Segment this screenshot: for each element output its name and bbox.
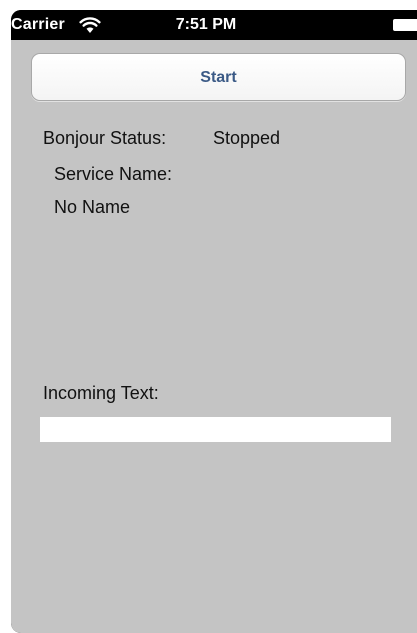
device-frame: Carrier 7:51 PM Start Bonjour Status: St… bbox=[11, 10, 417, 633]
service-name-label: Service Name: bbox=[54, 164, 173, 184]
incoming-text-field[interactable] bbox=[40, 417, 391, 442]
bonjour-status-label: Bonjour Status: bbox=[43, 128, 167, 148]
battery-icon bbox=[393, 19, 417, 31]
status-time: 7:51 PM bbox=[175, 16, 237, 33]
start-button[interactable]: Start bbox=[31, 53, 406, 101]
service-name-value: No Name bbox=[54, 197, 131, 217]
incoming-text-label: Incoming Text: bbox=[43, 383, 159, 403]
status-bar: Carrier 7:51 PM bbox=[11, 10, 417, 40]
bonjour-status-value: Stopped bbox=[213, 128, 281, 148]
app-screen: Start Bonjour Status: Stopped Service Na… bbox=[11, 40, 417, 633]
